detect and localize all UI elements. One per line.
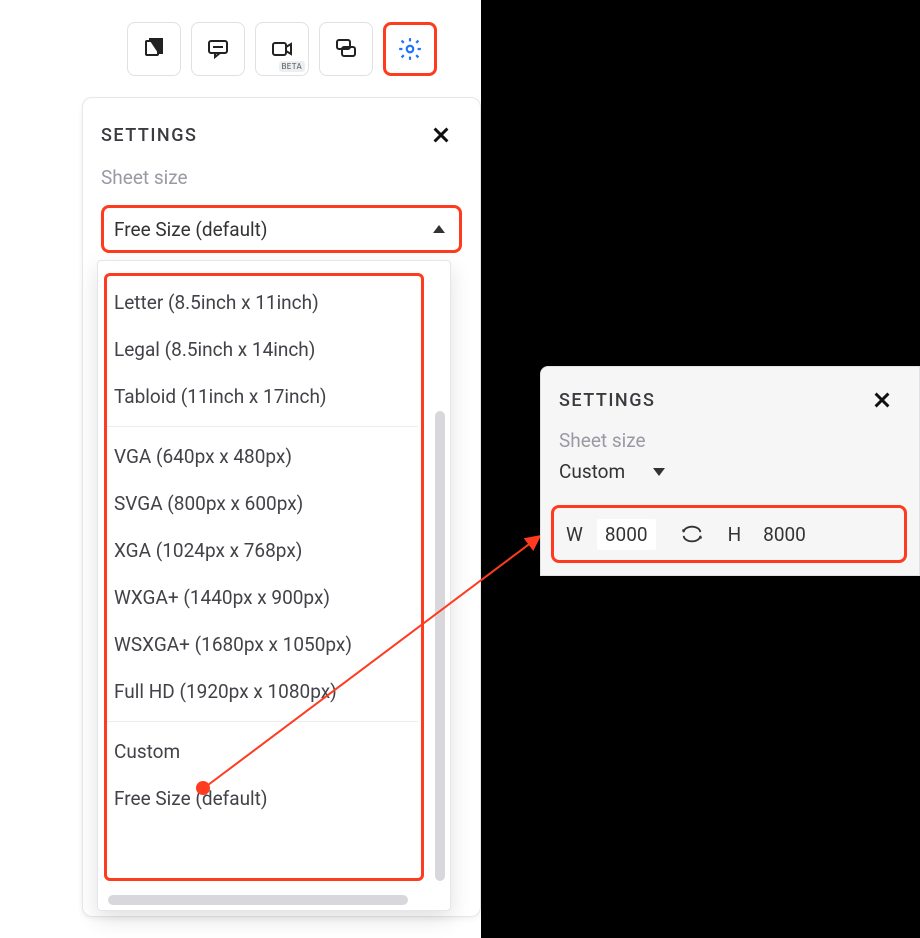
sheet-size-selected: Custom bbox=[559, 460, 625, 483]
settings-panel-custom: SETTINGS Sheet size Custom W 8000 H 8000 bbox=[540, 366, 920, 576]
sheet-size-option[interactable]: SVGA (800px x 600px) bbox=[98, 480, 426, 527]
settings-button[interactable] bbox=[383, 22, 437, 76]
chat-button[interactable] bbox=[319, 22, 373, 76]
sheet-size-option[interactable]: XGA (1024px x 768px) bbox=[98, 527, 426, 574]
width-label: W bbox=[566, 523, 583, 546]
video-button[interactable]: BETA bbox=[255, 22, 309, 76]
sheet-size-option[interactable]: Custom bbox=[98, 728, 426, 775]
sheet-size-option[interactable]: WXGA+ (1440px x 900px) bbox=[98, 574, 426, 621]
sheets-button[interactable] bbox=[127, 22, 181, 76]
separator bbox=[106, 426, 418, 427]
beta-badge: BETA bbox=[279, 61, 306, 72]
sheet-size-option[interactable]: Letter (8.5inch x 11inch) bbox=[98, 279, 426, 326]
sheet-size-select[interactable]: Free Size (default) bbox=[101, 205, 462, 253]
top-toolbar: BETA bbox=[127, 22, 437, 76]
sheet-size-selected: Free Size (default) bbox=[114, 218, 268, 241]
separator bbox=[106, 721, 418, 722]
sheet-size-option[interactable]: Free Size (default) bbox=[98, 775, 426, 822]
sheet-size-label: Sheet size bbox=[83, 150, 480, 191]
swap-icon[interactable] bbox=[680, 522, 704, 546]
annotation-dot bbox=[196, 781, 210, 795]
caret-up-icon bbox=[433, 225, 445, 233]
sheet-size-option[interactable]: Full HD (1920px x 1080px) bbox=[98, 668, 426, 715]
height-input[interactable]: 8000 bbox=[755, 519, 814, 550]
width-input[interactable]: 8000 bbox=[597, 519, 656, 550]
sheet-size-option[interactable]: VGA (640px x 480px) bbox=[98, 433, 426, 480]
height-label: H bbox=[728, 523, 742, 546]
sheet-size-label: Sheet size bbox=[541, 415, 919, 454]
scrollbar-horizontal[interactable] bbox=[108, 895, 408, 905]
close-button[interactable] bbox=[867, 385, 897, 415]
sheet-size-option[interactable]: Legal (8.5inch x 14inch) bbox=[98, 326, 426, 373]
scrollbar-vertical[interactable] bbox=[435, 411, 445, 881]
sheet-size-option[interactable]: WSXGA+ (1680px x 1050px) bbox=[98, 621, 426, 668]
panel-title: SETTINGS bbox=[101, 125, 197, 146]
caret-down-icon bbox=[653, 468, 665, 476]
comment-button[interactable] bbox=[191, 22, 245, 76]
custom-size-row: W 8000 H 8000 bbox=[551, 505, 907, 563]
sheet-size-select[interactable]: Custom bbox=[559, 460, 901, 483]
sheet-size-dropdown: Letter (8.5inch x 11inch)Legal (8.5inch … bbox=[97, 260, 451, 911]
panel-title: SETTINGS bbox=[559, 390, 655, 411]
sheet-size-option[interactable]: Tabloid (11inch x 17inch) bbox=[98, 373, 426, 420]
close-button[interactable] bbox=[426, 120, 456, 150]
